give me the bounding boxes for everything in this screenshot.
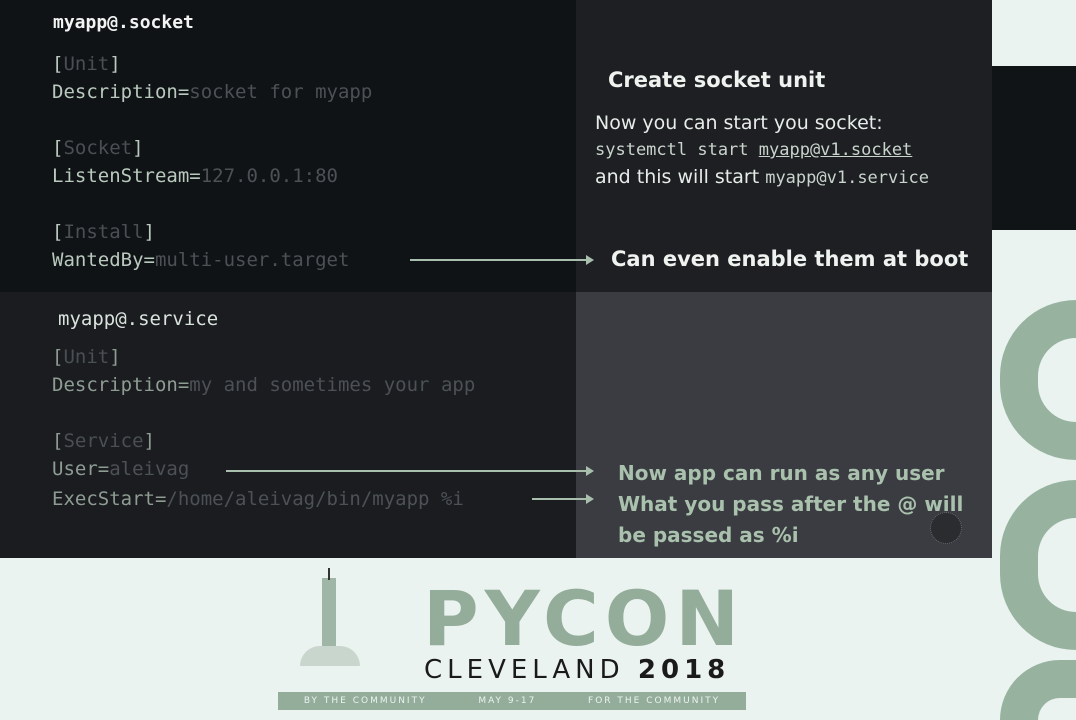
code-line-section: [Install] <box>52 221 155 243</box>
code-line: Description=my and sometimes your app <box>52 374 476 396</box>
socket-command-link[interactable]: myapp@v1.socket <box>759 140 913 160</box>
city-label: CLEVELAND 2018 <box>424 655 731 685</box>
code-line-section: [Socket] <box>52 137 144 159</box>
decorative-ring <box>1000 660 1076 720</box>
decorative-ring <box>1000 300 1076 460</box>
code-line: ListenStream=127.0.0.1:80 <box>52 165 338 187</box>
tagline-band: BY THE COMMUNITY MAY 9-17 FOR THE COMMUNIT… <box>278 692 746 710</box>
socket-heading: Create socket unit <box>608 68 826 92</box>
code-line: User=aleivag <box>52 458 190 480</box>
arrow-icon <box>532 494 594 504</box>
service-code: [Unit] Description=my and sometimes your… <box>52 343 475 513</box>
arrow-icon <box>410 255 594 265</box>
boot-note: Can even enable them at boot <box>611 247 969 271</box>
socket-code: [Unit] Description=socket for myapp [Soc… <box>52 50 372 274</box>
decorative-ring <box>1000 480 1076 650</box>
side-strip <box>992 66 1076 230</box>
code-line: Description=socket for myapp <box>52 81 373 103</box>
pycon-tower-logo-icon <box>300 568 360 668</box>
pointer-cursor-icon <box>930 512 962 544</box>
service-explanation: Now app can run as any user What you pas… <box>618 461 964 547</box>
code-line: ExecStart=/home/aleivag/bin/myapp %i <box>52 488 464 510</box>
service-filename: myapp@.service <box>58 308 219 330</box>
pycon-logo-text: PYCON <box>423 574 746 663</box>
code-line-section: [Service] <box>52 430 155 452</box>
arrow-icon <box>226 466 594 476</box>
code-line: WantedBy=multi-user.target <box>52 249 350 271</box>
code-line-section: [Unit] <box>52 53 121 75</box>
socket-filename: myapp@.socket <box>53 12 194 33</box>
code-line-section: [Unit] <box>52 346 121 368</box>
socket-explanation: Now you can start you socket: systemctl … <box>595 112 929 188</box>
